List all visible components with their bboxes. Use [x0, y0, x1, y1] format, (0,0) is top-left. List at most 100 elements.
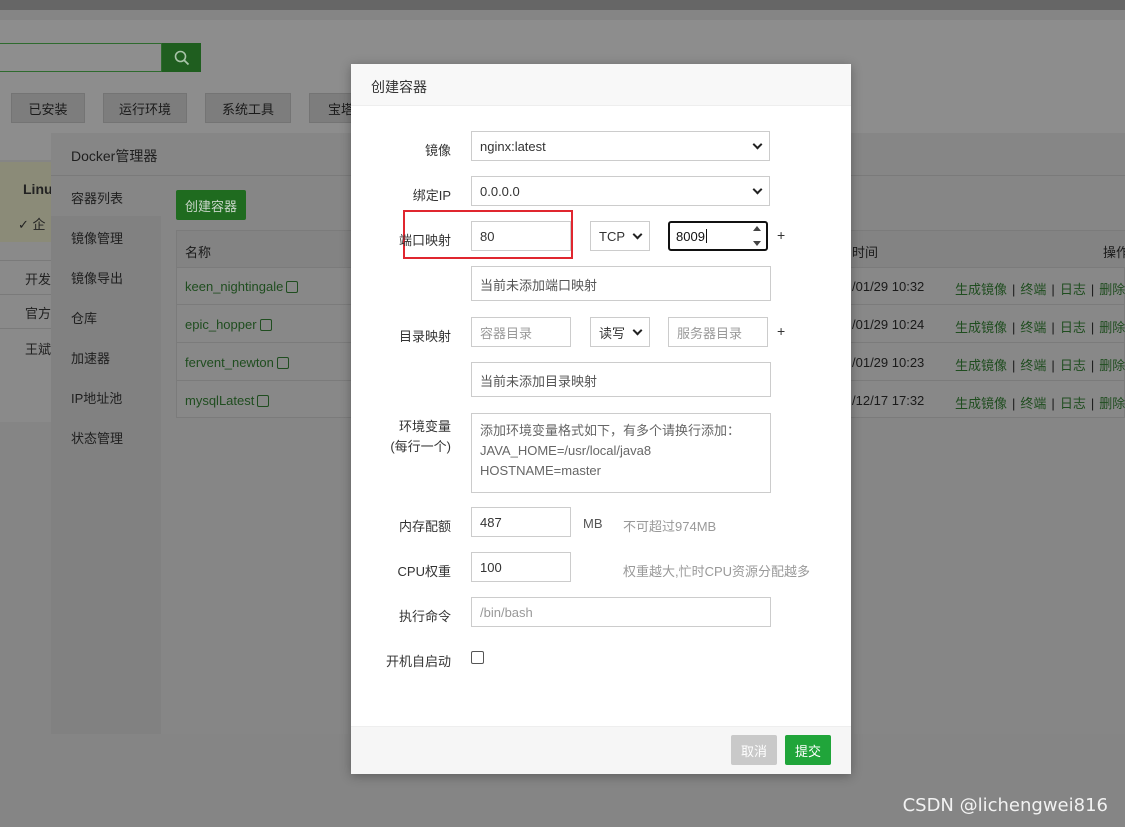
container-name[interactable]: keen_nightingale	[185, 279, 283, 294]
search-input[interactable]	[0, 43, 162, 72]
action-logs[interactable]: 日志	[1060, 282, 1086, 297]
action-build-image[interactable]: 生成镜像	[955, 282, 1007, 297]
container-port-input[interactable]: 80	[471, 221, 571, 251]
csdn-watermark: CSDN @lichengwei816	[902, 795, 1108, 816]
table-row-name[interactable]: epic_hopper	[185, 317, 272, 332]
dir-mode-select[interactable]: 读写	[590, 317, 650, 347]
table-row-name[interactable]: mysqlLatest	[185, 393, 270, 408]
bg-list-item: 王斌	[25, 342, 52, 357]
container-dir-input[interactable]: 容器目录	[471, 317, 571, 347]
tab-installed[interactable]: 已安装	[11, 93, 85, 123]
divider	[0, 294, 55, 295]
add-port-button[interactable]: +	[777, 227, 785, 243]
protocol-select[interactable]: TCP	[590, 221, 650, 251]
autostart-checkbox[interactable]	[471, 651, 484, 664]
cpu-weight-value: 100	[480, 559, 502, 575]
sidebar-item-repository[interactable]: 仓库	[71, 308, 97, 327]
bg-list-item: 开发	[25, 272, 52, 287]
bind-ip-label: 绑定IP	[412, 188, 451, 203]
host-dir-input[interactable]: 服务器目录	[668, 317, 768, 347]
text-caret	[705, 229, 707, 243]
dir-mapping-label: 目录映射	[398, 329, 451, 344]
container-name[interactable]: epic_hopper	[185, 317, 257, 332]
action-build-image[interactable]: 生成镜像	[955, 320, 1007, 335]
env-label-hint: (每行一个)	[390, 439, 451, 454]
tab-baota[interactable]: 宝塔	[309, 93, 357, 123]
container-port-value: 80	[480, 228, 495, 244]
edit-icon[interactable]	[259, 318, 272, 331]
memory-input[interactable]: 487	[471, 507, 571, 537]
bg-notice-sub: ✓ 企	[18, 217, 46, 232]
action-build-image[interactable]: 生成镜像	[955, 358, 1007, 373]
col-name-header: 名称	[185, 245, 212, 260]
col-time-header: 时间	[852, 245, 879, 260]
dir-mode-value: 读写	[599, 325, 626, 341]
image-select[interactable]: nginx:latest	[471, 131, 770, 161]
image-label: 镜像	[424, 143, 451, 158]
sidebar-item-ip-pool[interactable]: IP地址池	[71, 388, 122, 407]
dialog-header: 创建容器	[351, 64, 851, 106]
sidebar-item-status[interactable]: 状态管理	[71, 428, 123, 447]
dir-empty-text: 当前未添加目录映射	[480, 374, 598, 389]
table-row-actions: 生成镜像 | 终端 | 日志 | 删除	[955, 320, 1125, 335]
action-delete[interactable]: 删除	[1099, 282, 1125, 297]
cancel-button[interactable]: 取消	[731, 735, 777, 765]
docker-sidebar: 容器列表 镜像管理 镜像导出 仓库 加速器 IP地址池 状态管理	[51, 176, 161, 734]
bind-ip-select[interactable]: 0.0.0.0	[471, 176, 770, 206]
action-terminal[interactable]: 终端	[1020, 282, 1046, 297]
autostart-label: 开机自启动	[385, 654, 451, 669]
action-build-image[interactable]: 生成镜像	[955, 396, 1007, 411]
action-terminal[interactable]: 终端	[1020, 358, 1046, 373]
tab-runtime[interactable]: 运行环境	[103, 93, 187, 123]
host-port-input[interactable]: 8009	[668, 221, 768, 251]
env-placeholder-line: 添加环境变量格式如下，有多个请换行添加：	[480, 423, 741, 438]
edit-icon[interactable]	[276, 356, 289, 369]
cpu-label: CPU权重	[397, 564, 451, 579]
edit-icon[interactable]	[286, 280, 299, 293]
table-row-time: /01/29 10:32	[852, 279, 925, 294]
submit-button[interactable]: 提交	[785, 735, 831, 765]
container-name[interactable]: mysqlLatest	[185, 393, 254, 408]
action-delete[interactable]: 删除	[1099, 396, 1125, 411]
env-textarea[interactable]: 添加环境变量格式如下，有多个请换行添加： JAVA_HOME=/usr/loca…	[471, 413, 771, 493]
chevron-down-icon	[752, 139, 763, 149]
top-bar	[0, 0, 1125, 10]
spin-buttons[interactable]	[751, 226, 763, 246]
sidebar-item-images[interactable]: 镜像管理	[71, 228, 123, 247]
action-logs[interactable]: 日志	[1060, 396, 1086, 411]
action-terminal[interactable]: 终端	[1020, 320, 1046, 335]
env-placeholder-line: HOSTNAME=master	[480, 463, 601, 478]
cpu-weight-input[interactable]: 100	[471, 552, 571, 582]
spin-down-icon[interactable]	[753, 241, 761, 246]
cpu-tip: 权重越大,忙时CPU资源分配越多	[623, 564, 811, 579]
port-mapping-label: 端口映射	[398, 233, 451, 248]
action-delete[interactable]: 删除	[1099, 320, 1125, 335]
memory-tip: 不可超过974MB	[623, 519, 717, 534]
search-button[interactable]	[162, 43, 201, 72]
action-logs[interactable]: 日志	[1060, 358, 1086, 373]
spin-up-icon[interactable]	[753, 226, 761, 231]
tab-system-tools[interactable]: 系统工具	[205, 93, 291, 123]
sidebar-item-accelerator[interactable]: 加速器	[71, 348, 110, 367]
command-input[interactable]: /bin/bash	[471, 597, 771, 627]
create-container-button[interactable]: 创建容器	[176, 190, 246, 220]
table-row-time: /01/29 10:23	[852, 355, 925, 370]
action-delete[interactable]: 删除	[1099, 358, 1125, 373]
edit-icon[interactable]	[257, 394, 270, 407]
search-icon	[174, 50, 189, 65]
env-label: 环境变量	[398, 419, 451, 434]
table-row-time: /01/29 10:24	[852, 317, 925, 332]
table-row-name[interactable]: keen_nightingale	[185, 279, 299, 294]
sidebar-item-image-export[interactable]: 镜像导出	[71, 268, 123, 287]
container-name[interactable]: fervent_newton	[185, 355, 274, 370]
action-logs[interactable]: 日志	[1060, 320, 1086, 335]
table-row-actions: 生成镜像 | 终端 | 日志 | 删除	[955, 358, 1125, 373]
add-dir-button[interactable]: +	[777, 323, 785, 339]
dialog-title: 创建容器	[371, 79, 427, 95]
sidebar-item-containers[interactable]: 容器列表	[71, 188, 123, 207]
image-select-value: nginx:latest	[480, 138, 546, 154]
host-dir-placeholder: 服务器目录	[677, 325, 743, 341]
protocol-select-value: TCP	[599, 228, 625, 244]
table-row-name[interactable]: fervent_newton	[185, 355, 289, 370]
action-terminal[interactable]: 终端	[1020, 396, 1046, 411]
